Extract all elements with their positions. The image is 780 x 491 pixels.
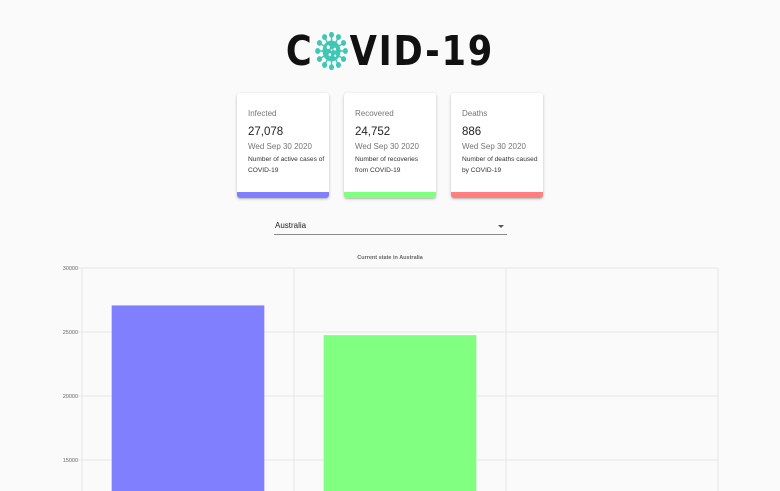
card-date: Wed Sep 30 2020 [355,142,419,151]
virus-icon [315,32,348,70]
stats-cards: Infected 27,078 Wed Sep 30 2020 Number o… [237,93,543,198]
country-select[interactable]: Australia [274,218,507,235]
chart-bar[interactable] [323,335,477,491]
card-color-bar [451,192,543,198]
card-color-bar [237,192,329,198]
covid-logo: C VID-19 [0,26,780,76]
logo-text-vid19: VID-19 [349,27,495,75]
card-description: Number of active cases of COVID-19 [248,156,325,174]
card-date: Wed Sep 30 2020 [248,142,312,151]
card-description: Number of deaths caused by COVID-19 [462,156,538,174]
y-tick-label: 25000 [63,330,78,336]
chart-bar[interactable] [111,305,265,491]
card-date: Wed Sep 30 2020 [462,142,526,151]
card-value: 27,078 [248,126,284,138]
recovered-card: Recovered 24,752 Wed Sep 30 2020 Number … [344,93,436,198]
card-title: Infected [248,109,277,118]
y-tick-label: 15000 [63,458,78,464]
card-title: Deaths [462,109,488,118]
card-value: 24,752 [355,126,391,138]
bar-chart: 15000 20000 25000 30000 [63,266,719,491]
card-value: 886 [462,126,482,138]
deaths-card: Deaths 886 Wed Sep 30 2020 Number of dea… [451,93,543,198]
country-select-value: Australia [275,221,307,230]
card-color-bar [344,192,436,198]
y-tick-label: 20000 [63,394,78,400]
card-title: Recovered [355,109,394,118]
caret-down-icon[interactable] [498,225,504,228]
chart-title: Current state in Australia [357,255,423,261]
logo-text-c: C [285,27,314,75]
card-description: Number of recoveries from COVID-19 [355,156,419,174]
infected-card: Infected 27,078 Wed Sep 30 2020 Number o… [237,93,329,198]
y-tick-label: 30000 [63,266,78,272]
